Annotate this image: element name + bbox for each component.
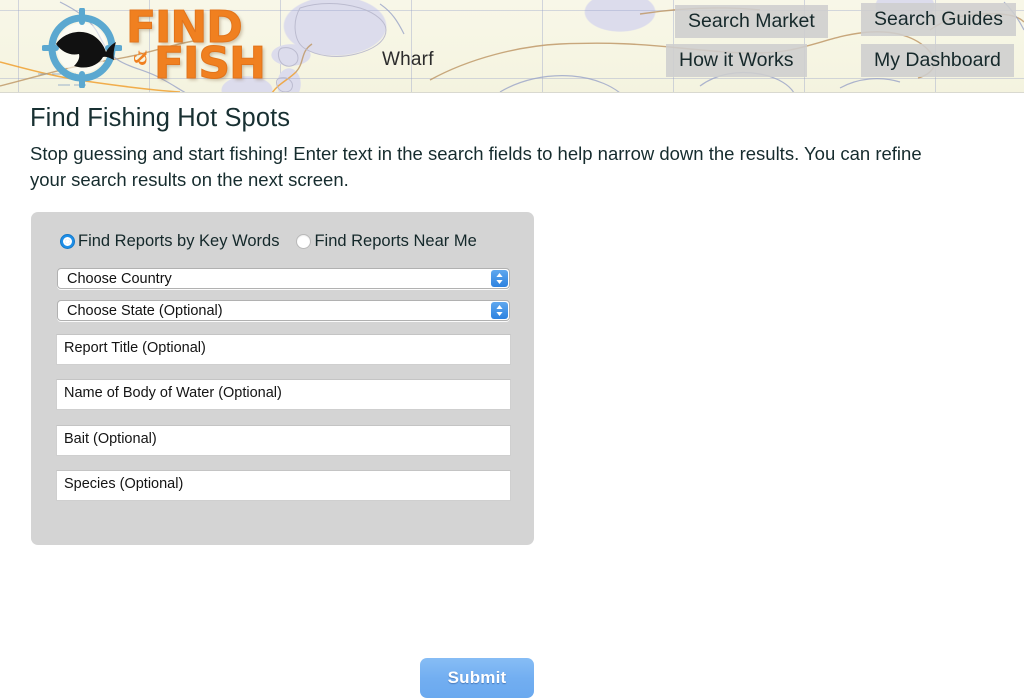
- logo-wordmark: FIND & FISH: [126, 0, 306, 92]
- chevron-up-down-icon[interactable]: [491, 302, 508, 319]
- nav-item-my-dashboard[interactable]: My Dashboard: [861, 44, 1014, 77]
- bait-input[interactable]: Bait (Optional): [56, 425, 511, 456]
- radio-selected-icon[interactable]: [60, 234, 75, 249]
- nav-item-search-market[interactable]: Search Market: [675, 5, 828, 38]
- primary-nav: Search Market Search Guides How it Works…: [666, 3, 1022, 77]
- page-title: Find Fishing Hot Spots: [30, 104, 291, 132]
- logo-text-fish: FISH: [154, 38, 267, 89]
- body-of-water-placeholder: Name of Body of Water (Optional): [64, 385, 282, 401]
- site-logo[interactable]: FIND & FISH: [34, 2, 284, 92]
- radio-label-near-me: Find Reports Near Me: [314, 232, 477, 250]
- search-mode-radio-group: Find Reports by Key Words Find Reports N…: [60, 232, 477, 251]
- radio-option-by-key-words[interactable]: Find Reports by Key Words: [60, 232, 279, 251]
- report-title-input[interactable]: Report Title (Optional): [56, 334, 511, 365]
- species-input[interactable]: Species (Optional): [56, 470, 511, 501]
- chevron-up-down-icon[interactable]: [491, 270, 508, 287]
- search-form-panel: Find Reports by Key Words Find Reports N…: [31, 212, 534, 545]
- nav-item-how-it-works[interactable]: How it Works: [666, 44, 807, 77]
- logo-text-amp: &: [131, 50, 152, 66]
- report-title-placeholder: Report Title (Optional): [64, 340, 206, 356]
- nav-item-search-guides[interactable]: Search Guides: [861, 3, 1016, 36]
- body-of-water-input[interactable]: Name of Body of Water (Optional): [56, 379, 511, 410]
- site-header: Wharf FIND & FISH Search Market Search G…: [0, 0, 1024, 93]
- page-description: Stop guessing and start fishing! Enter t…: [30, 143, 922, 190]
- submit-button[interactable]: Submit: [420, 658, 534, 698]
- species-placeholder: Species (Optional): [64, 476, 184, 492]
- map-place-label: Wharf: [382, 49, 434, 70]
- state-select-value: Choose State (Optional): [67, 303, 223, 319]
- country-select-value: Choose Country: [67, 271, 172, 287]
- state-select[interactable]: Choose State (Optional): [57, 300, 510, 321]
- nav-row-top: Search Market Search Guides How it Works…: [666, 3, 1022, 77]
- radio-unselected-icon[interactable]: [296, 234, 312, 249]
- bait-placeholder: Bait (Optional): [64, 431, 157, 447]
- fish-crosshair-logo-icon: [42, 8, 122, 88]
- radio-option-near-me[interactable]: Find Reports Near Me: [296, 232, 477, 251]
- radio-label-by-key-words: Find Reports by Key Words: [78, 232, 280, 250]
- country-select[interactable]: Choose Country: [57, 268, 510, 289]
